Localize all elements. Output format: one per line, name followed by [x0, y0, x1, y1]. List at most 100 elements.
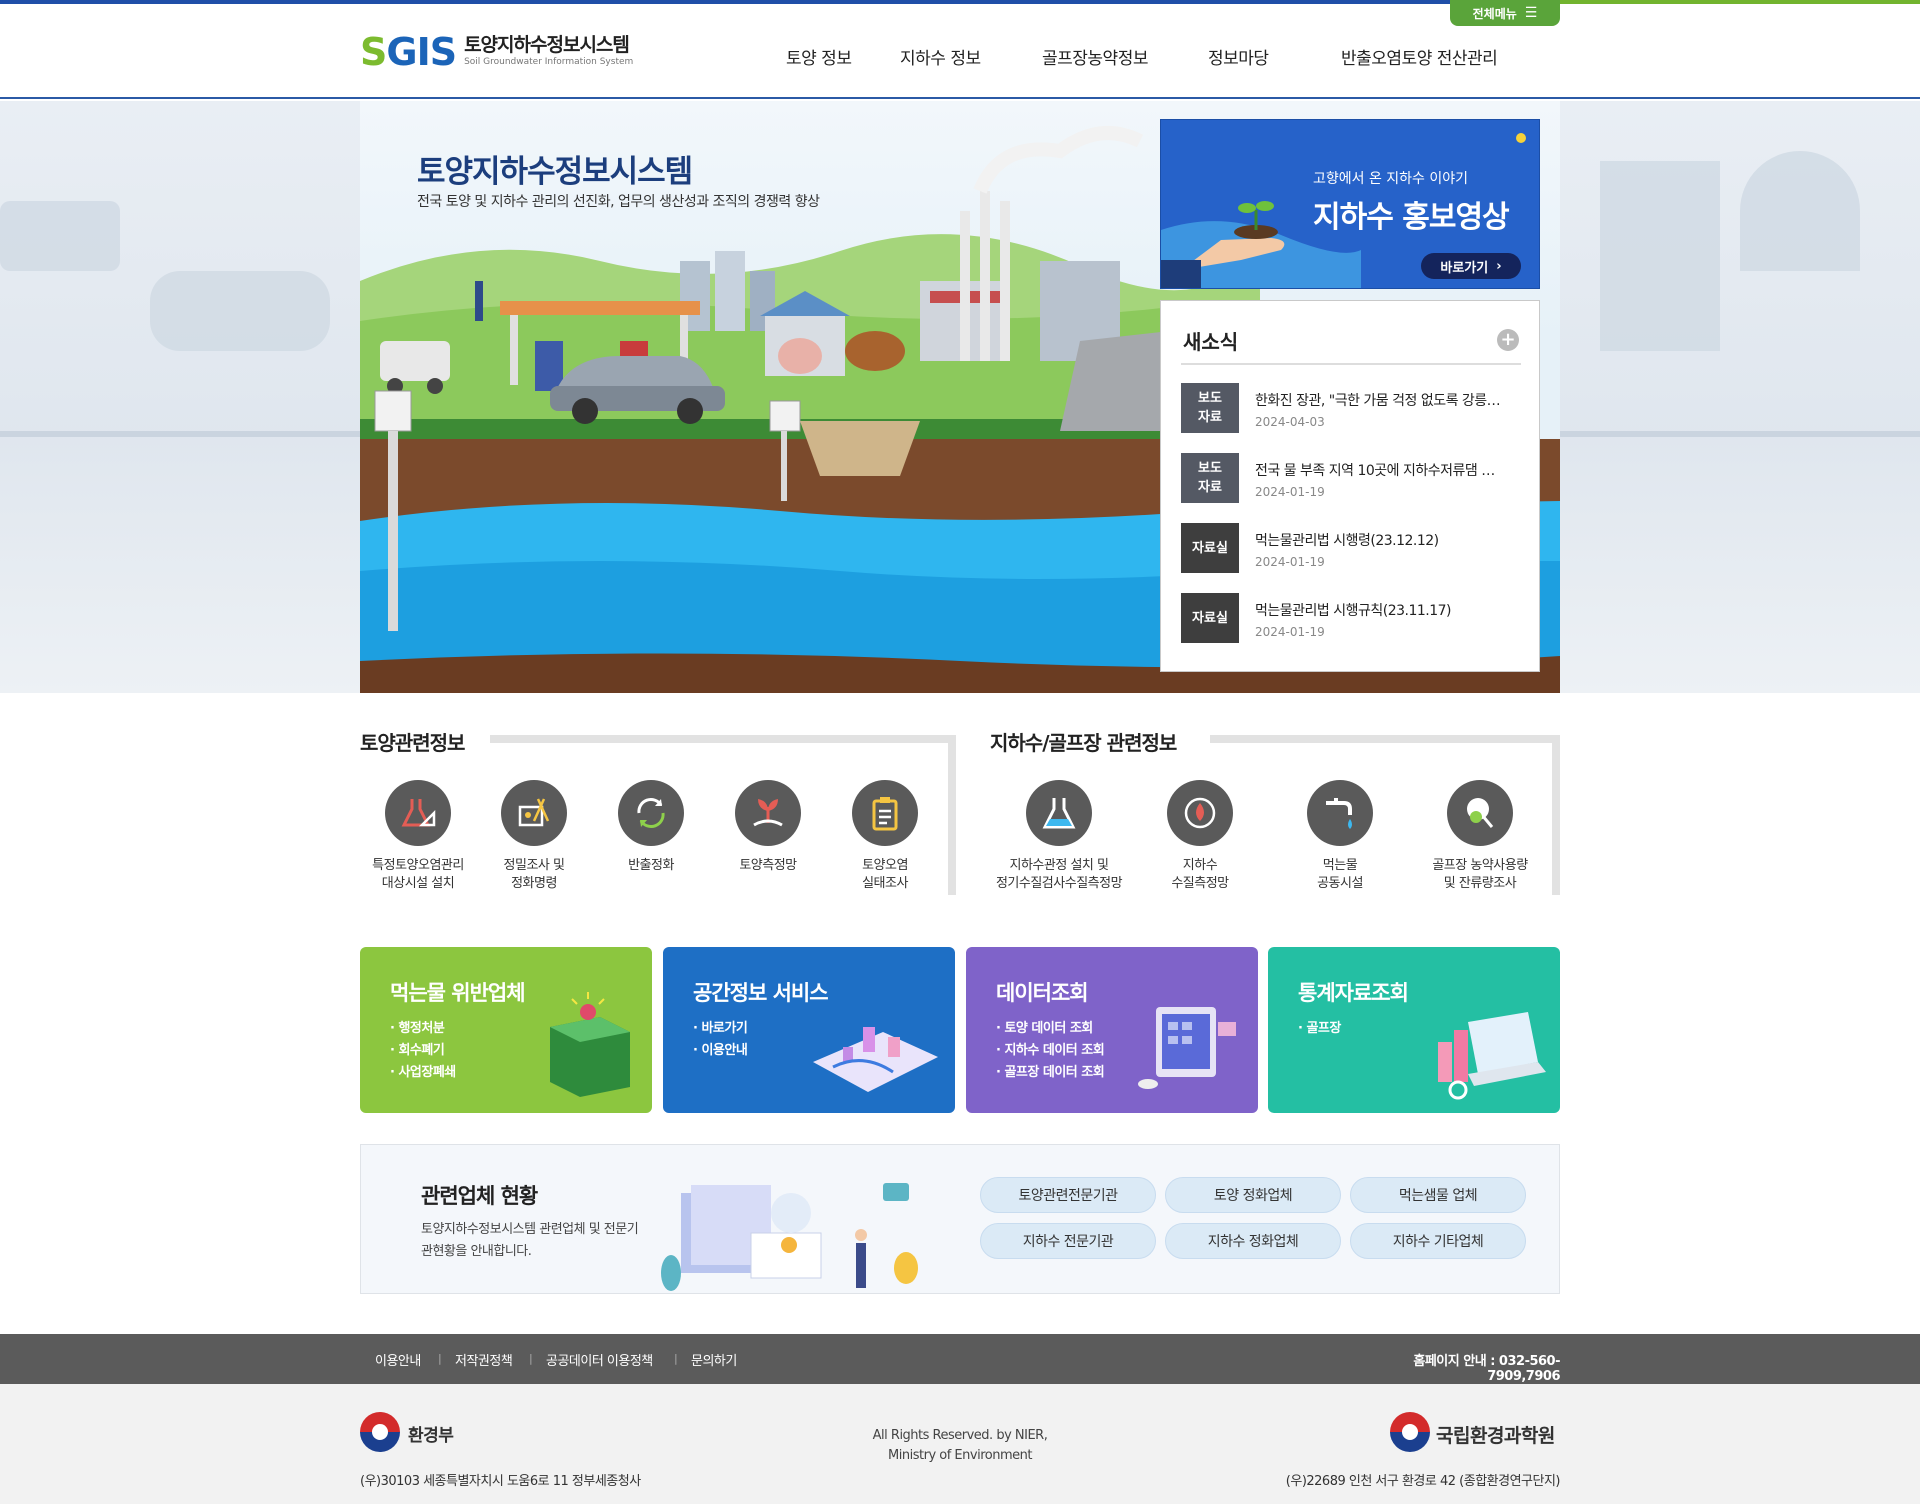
sprout-icon [753, 799, 783, 827]
footer-org-left: 환경부 [408, 1426, 454, 1446]
all-menu-button[interactable]: 전체메뉴 ☰ [1450, 0, 1560, 26]
laptop-chart-illustration [1438, 1012, 1546, 1100]
footer-link-contact[interactable]: 문의하기 [691, 1350, 737, 1369]
precise-survey-button[interactable] [501, 780, 567, 846]
news-headline[interactable]: 한화진 장관, "극한 가뭄 걱정 없도록 강릉… [1255, 390, 1521, 410]
news-date: 2024-01-19 [1255, 555, 1325, 569]
beaker-icon [1042, 798, 1076, 829]
card-link-groundwater-data[interactable]: · 지하수 데이터 조회 [996, 1039, 1105, 1058]
promo-title: 지하수 홍보영상 [1313, 200, 1510, 235]
groundwater-well-button[interactable] [1026, 780, 1092, 846]
faucet-icon [1326, 798, 1352, 829]
pill-bottled-water-company[interactable]: 먹는샘물 업체 [1350, 1177, 1526, 1213]
news-date: 2024-01-19 [1255, 485, 1325, 499]
card-link-shortcut[interactable]: · 바로가기 [693, 1017, 748, 1036]
promo-tagline: 고향에서 온 지하수 이야기 [1313, 171, 1469, 187]
soil-monitoring-network-button[interactable] [735, 780, 801, 846]
header: S GIS 토양지하수정보시스템 Soil Groundwater Informa… [0, 4, 1920, 99]
all-menu-label: 전체메뉴 [1472, 6, 1517, 21]
logo-subtitle: Soil Groundwater Information System [464, 57, 634, 67]
drinking-water-facility-label: 먹는물 공동시설 [1317, 858, 1363, 891]
soil-facility-label: 특정토양오염관리 대상시설 설치 [372, 858, 464, 891]
card-link-soil-data[interactable]: · 토양 데이터 조회 [996, 1017, 1093, 1036]
pill-groundwater-expert-agency[interactable]: 지하수 전문기관 [980, 1223, 1156, 1259]
news-item[interactable]: 보도 자료 한화진 장관, "극한 가뭄 걱정 없도록 강릉… 2024-04-… [1181, 383, 1521, 435]
news-item[interactable]: 자료실 먹는물관리법 시행령(23.12.12) 2024-01-19 [1181, 523, 1521, 575]
promo-go-label: 바로가기 [1440, 260, 1489, 276]
soil-facility-button[interactable] [385, 780, 451, 846]
card-data-lookup[interactable]: 데이터조회 · 토양 데이터 조회 · 지하수 데이터 조회 · 골프장 데이터… [966, 947, 1258, 1113]
ministry-emblem-icon [360, 1412, 400, 1452]
footer-link-bar: 이용안내 | 저작권정책 | 공공데이터 이용정책 | 문의하기 홈페이지 안내… [0, 1334, 1920, 1384]
news-headline[interactable]: 먹는물관리법 시행규칙(23.11.17) [1255, 600, 1521, 620]
news-more-plus-icon[interactable]: + [1497, 329, 1519, 351]
logo-mark: S GIS [360, 29, 457, 74]
card-title: 통계자료조회 [1298, 981, 1409, 1005]
drinking-water-facility-button[interactable] [1307, 780, 1373, 846]
footer-link-usage-guide[interactable]: 이용안내 [375, 1350, 421, 1369]
chevron-right-icon: › [1496, 258, 1502, 274]
logo-mark-s: S [360, 29, 387, 74]
hero-subtitle: 전국 토양 및 지하수 관리의 선진화, 업무의 생산성과 조직의 경쟁력 향상 [417, 194, 820, 210]
groundwater-quality-network-button[interactable] [1167, 780, 1233, 846]
soil-contamination-survey-label: 토양오염 실태조사 [862, 858, 908, 891]
footer-separator: | [674, 1352, 678, 1365]
export-purification-button[interactable] [618, 780, 684, 846]
site-logo[interactable]: S GIS 토양지하수정보시스템 Soil Groundwater Informa… [360, 29, 633, 74]
footer-link-copyright-policy[interactable]: 저작권정책 [455, 1350, 513, 1369]
news-title: 새소식 [1183, 330, 1239, 354]
card-statistics-lookup[interactable]: 통계자료조회 · 골프장 [1268, 947, 1560, 1113]
pill-soil-purification-company[interactable]: 토양 정화업체 [1165, 1177, 1341, 1213]
export-purification-label: 반출정화 [628, 858, 674, 873]
card-link-golf-data[interactable]: · 골프장 데이터 조회 [996, 1061, 1105, 1080]
precise-survey-label: 정밀조사 및 정화명령 [503, 858, 565, 891]
news-item[interactable]: 자료실 먹는물관리법 시행규칙(23.11.17) 2024-01-19 [1181, 593, 1521, 645]
monitor-data-illustration [1138, 1007, 1236, 1089]
news-headline[interactable]: 전국 물 부족 지역 10곳에 지하수저류댐 … [1255, 460, 1521, 480]
footer-link-open-data-policy[interactable]: 공공데이터 이용정책 [546, 1350, 653, 1369]
footer-separator: | [529, 1352, 533, 1365]
groundwater-well-label: 지하수관정 설치 및 정기수질검사수질측정망 [995, 858, 1123, 891]
nav-soil-info[interactable]: 토양 정보 [786, 44, 852, 69]
news-item[interactable]: 보도 자료 전국 물 부족 지역 10곳에 지하수저류댐 … 2024-01-1… [1181, 453, 1521, 505]
bg-building-shape [1600, 161, 1720, 351]
news-date: 2024-01-19 [1255, 625, 1325, 639]
card-link-administrative-action[interactable]: · 행정처분 [390, 1017, 445, 1036]
pill-groundwater-other-company[interactable]: 지하수 기타업체 [1350, 1223, 1526, 1259]
soil-monitoring-network-label: 토양측정망 [739, 858, 797, 873]
clipboard-icon [872, 797, 898, 831]
bg-dome-shape [1740, 151, 1860, 271]
news-badge: 자료실 [1181, 523, 1239, 573]
hamburger-icon: ☰ [1524, 5, 1538, 21]
card-title: 공간정보 서비스 [693, 981, 829, 1005]
promo-go-button[interactable]: 바로가기 › [1421, 253, 1521, 279]
card-drinking-water-violators[interactable]: 먹는물 위반업체 · 행정처분 · 회수폐기 · 사업장폐쇄 [360, 947, 652, 1113]
golf-pesticide-survey-button[interactable] [1447, 780, 1513, 846]
card-link-business-closure[interactable]: · 사업장폐쇄 [390, 1061, 456, 1080]
institute-emblem-icon [1390, 1412, 1430, 1452]
bg-car-shape [150, 271, 330, 351]
soil-contamination-survey-button[interactable] [852, 780, 918, 846]
promo-video-banner[interactable]: 고향에서 온 지하수 이야기 지하수 홍보영상 바로가기 › [1160, 119, 1540, 289]
card-spatial-info-service[interactable]: 공간정보 서비스 · 바로가기 · 이용안내 [663, 947, 955, 1113]
news-badge: 보도 자료 [1181, 453, 1239, 503]
nav-info-square[interactable]: 정보마당 [1208, 44, 1269, 69]
news-badge: 자료실 [1181, 593, 1239, 643]
related-description: 토양지하수정보시스템 관련업체 및 전문기관현황을 안내합니다. [421, 1222, 639, 1259]
nav-golf-pesticide-info[interactable]: 골프장농약정보 [1042, 44, 1148, 69]
logo-title: 토양지하수정보시스템 [464, 34, 630, 56]
pill-soil-expert-agency[interactable]: 토양관련전문기관 [980, 1177, 1156, 1213]
card-link-recall-disposal[interactable]: · 회수폐기 [390, 1039, 445, 1058]
golf-ball-icon [1467, 798, 1494, 828]
card-link-golf-course[interactable]: · 골프장 [1298, 1017, 1341, 1036]
nav-groundwater-info[interactable]: 지하수 정보 [900, 44, 981, 69]
card-title: 데이터조회 [996, 981, 1089, 1005]
water-drop-cycle-icon [1184, 797, 1216, 829]
nav-contaminated-soil-management[interactable]: 반출오염토양 전산관리 [1341, 44, 1498, 69]
card-link-usage-guide[interactable]: · 이용안내 [693, 1039, 748, 1058]
news-date: 2024-04-03 [1255, 415, 1325, 429]
footer-copyright: All Rights Reserved. by NIER, Ministry o… [872, 1428, 1048, 1463]
pill-groundwater-purification-company[interactable]: 지하수 정화업체 [1165, 1223, 1341, 1259]
news-panel: 새소식 + 보도 자료 한화진 장관, "극한 가뭄 걱정 없도록 강릉… 20… [1160, 300, 1540, 672]
news-headline[interactable]: 먹는물관리법 시행령(23.12.12) [1255, 530, 1521, 550]
